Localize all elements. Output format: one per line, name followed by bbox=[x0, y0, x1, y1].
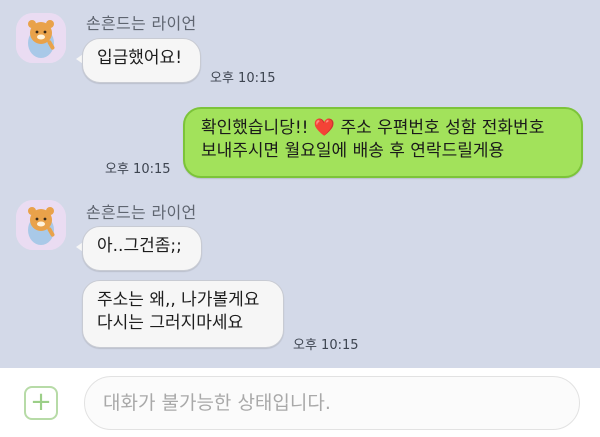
message-text: 입금했어요! bbox=[97, 48, 183, 68]
sender-name: 손흔드는 라이언 bbox=[86, 14, 197, 33]
avatar[interactable] bbox=[16, 13, 66, 63]
message-line: 주소는 왜,, 나가볼게요 bbox=[97, 290, 260, 310]
input-placeholder: 대화가 불가능한 상태입니다. bbox=[103, 392, 331, 414]
message-time: 오후 10:15 bbox=[105, 162, 171, 177]
message-input[interactable]: 대화가 불가능한 상태입니다. bbox=[84, 376, 580, 430]
message-bubble-outgoing[interactable]: 확인했습니당!! ❤️ 주소 우편번호 성함 전화번호 보내주시면 월요일에 배… bbox=[183, 107, 583, 178]
message-bubble[interactable]: 주소는 왜,, 나가볼게요 다시는 그러지마세요 bbox=[82, 280, 284, 348]
plus-icon[interactable]: + bbox=[24, 386, 58, 420]
sender-name: 손흔드는 라이언 bbox=[86, 203, 197, 222]
message-bubble[interactable]: 입금했어요! bbox=[82, 38, 201, 83]
message-text: 아..그건좀;; bbox=[97, 236, 182, 256]
chat-area: 손흔드는 라이언 입금했어요! 오후 10:15 오후 10:15 확인했습니당… bbox=[0, 0, 600, 368]
ryan-character-icon bbox=[16, 200, 66, 250]
message-line: 확인했습니당!! ❤️ 주소 우편번호 성함 전화번호 bbox=[201, 117, 567, 140]
message-text: 주소 우편번호 성함 전화번호 bbox=[335, 118, 545, 138]
heart-icon: ❤️ bbox=[313, 118, 336, 138]
message-time: 오후 10:15 bbox=[210, 71, 276, 86]
avatar[interactable] bbox=[16, 200, 66, 250]
message-line: 다시는 그러지마세요 bbox=[97, 313, 244, 333]
message-text: 확인했습니당!! bbox=[201, 118, 314, 138]
ryan-character-icon bbox=[16, 13, 66, 63]
message-line: 보내주시면 월요일에 배송 후 연락드릴게용 bbox=[201, 141, 505, 161]
message-time: 오후 10:15 bbox=[293, 338, 359, 353]
message-bubble[interactable]: 아..그건좀;; bbox=[82, 226, 202, 271]
